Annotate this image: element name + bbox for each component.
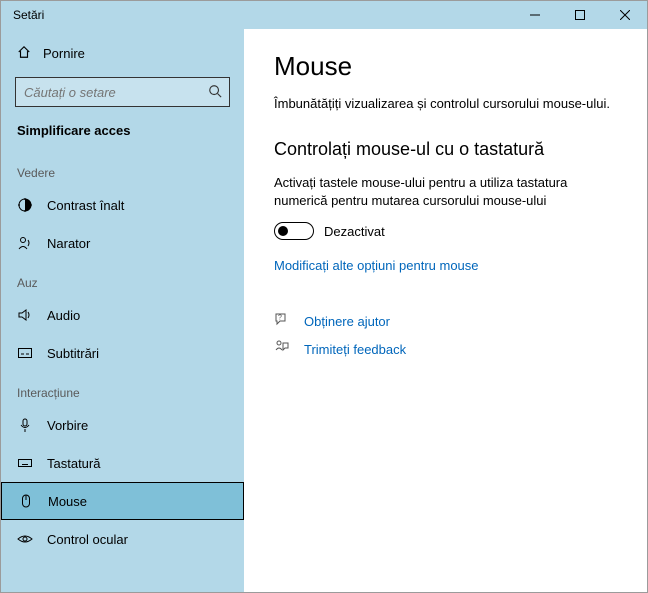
sidebar-item-eye-control[interactable]: Control ocular xyxy=(1,520,244,558)
toggle-description: Activați tastele mouse-ului pentru a uti… xyxy=(274,174,617,210)
search-icon xyxy=(208,84,222,101)
section-heading: Controlați mouse-ul cu o tastatură xyxy=(274,139,617,160)
sidebar-item-speech[interactable]: Vorbire xyxy=(1,406,244,444)
group-heading-vision: Vedere xyxy=(1,152,244,186)
group-heading-hearing: Auz xyxy=(1,262,244,296)
settings-window: Setări Pornire Simplificare acces Vedere… xyxy=(0,0,648,593)
title-bar: Setări xyxy=(1,1,647,29)
mouse-keys-toggle[interactable]: Dezactivat xyxy=(274,222,617,240)
sidebar-item-label: Contrast înalt xyxy=(47,198,124,213)
sidebar-item-label: Vorbire xyxy=(47,418,88,433)
minimize-button[interactable] xyxy=(512,1,557,29)
sidebar-item-label: Mouse xyxy=(48,494,87,509)
feedback-link[interactable]: Trimiteți feedback xyxy=(304,342,406,357)
get-help-link[interactable]: Obținere ajutor xyxy=(304,314,390,329)
speech-icon xyxy=(17,417,33,433)
page-description: Îmbunătățiți vizualizarea și controlul c… xyxy=(274,96,617,111)
search-input[interactable] xyxy=(24,85,202,100)
sidebar: Pornire Simplificare acces Vedere Contra… xyxy=(1,29,244,592)
category-heading: Simplificare acces xyxy=(1,117,244,152)
get-help-row: ? Obținere ajutor xyxy=(274,307,617,335)
sidebar-item-label: Audio xyxy=(47,308,80,323)
sidebar-item-audio[interactable]: Audio xyxy=(1,296,244,334)
page-title: Mouse xyxy=(274,51,617,82)
close-button[interactable] xyxy=(602,1,647,29)
toggle-switch-icon xyxy=(274,222,314,240)
support-section: ? Obținere ajutor Trimiteți feedback xyxy=(274,307,617,363)
narrator-icon xyxy=(17,235,33,251)
more-mouse-options-link[interactable]: Modificați alte opțiuni pentru mouse xyxy=(274,258,617,273)
window-title: Setări xyxy=(1,8,512,22)
home-label: Pornire xyxy=(43,46,85,61)
home-button[interactable]: Pornire xyxy=(1,35,244,71)
search-box[interactable] xyxy=(15,77,230,107)
svg-text:?: ? xyxy=(278,314,282,321)
sidebar-item-narrator[interactable]: Narator xyxy=(1,224,244,262)
system-buttons xyxy=(512,1,647,29)
home-icon xyxy=(17,45,31,62)
feedback-row: Trimiteți feedback xyxy=(274,335,617,363)
main-content: Mouse Îmbunătățiți vizualizarea și contr… xyxy=(244,29,647,592)
sidebar-item-label: Control ocular xyxy=(47,532,128,547)
sidebar-item-subtitles[interactable]: Subtitrări xyxy=(1,334,244,372)
group-heading-interaction: Interacțiune xyxy=(1,372,244,406)
keyboard-icon xyxy=(17,455,33,471)
maximize-button[interactable] xyxy=(557,1,602,29)
sidebar-item-label: Subtitrări xyxy=(47,346,99,361)
window-body: Pornire Simplificare acces Vedere Contra… xyxy=(1,29,647,592)
sidebar-item-contrast[interactable]: Contrast înalt xyxy=(1,186,244,224)
sidebar-item-keyboard[interactable]: Tastatură xyxy=(1,444,244,482)
mouse-icon xyxy=(18,493,34,509)
audio-icon xyxy=(17,307,33,323)
eye-icon xyxy=(17,531,33,547)
sidebar-item-label: Tastatură xyxy=(47,456,100,471)
toggle-state-label: Dezactivat xyxy=(324,224,385,239)
subtitles-icon xyxy=(17,345,33,361)
contrast-icon xyxy=(17,197,33,213)
help-icon: ? xyxy=(274,311,290,332)
sidebar-item-label: Narator xyxy=(47,236,90,251)
sidebar-item-mouse[interactable]: Mouse xyxy=(1,482,244,520)
feedback-icon xyxy=(274,339,290,360)
